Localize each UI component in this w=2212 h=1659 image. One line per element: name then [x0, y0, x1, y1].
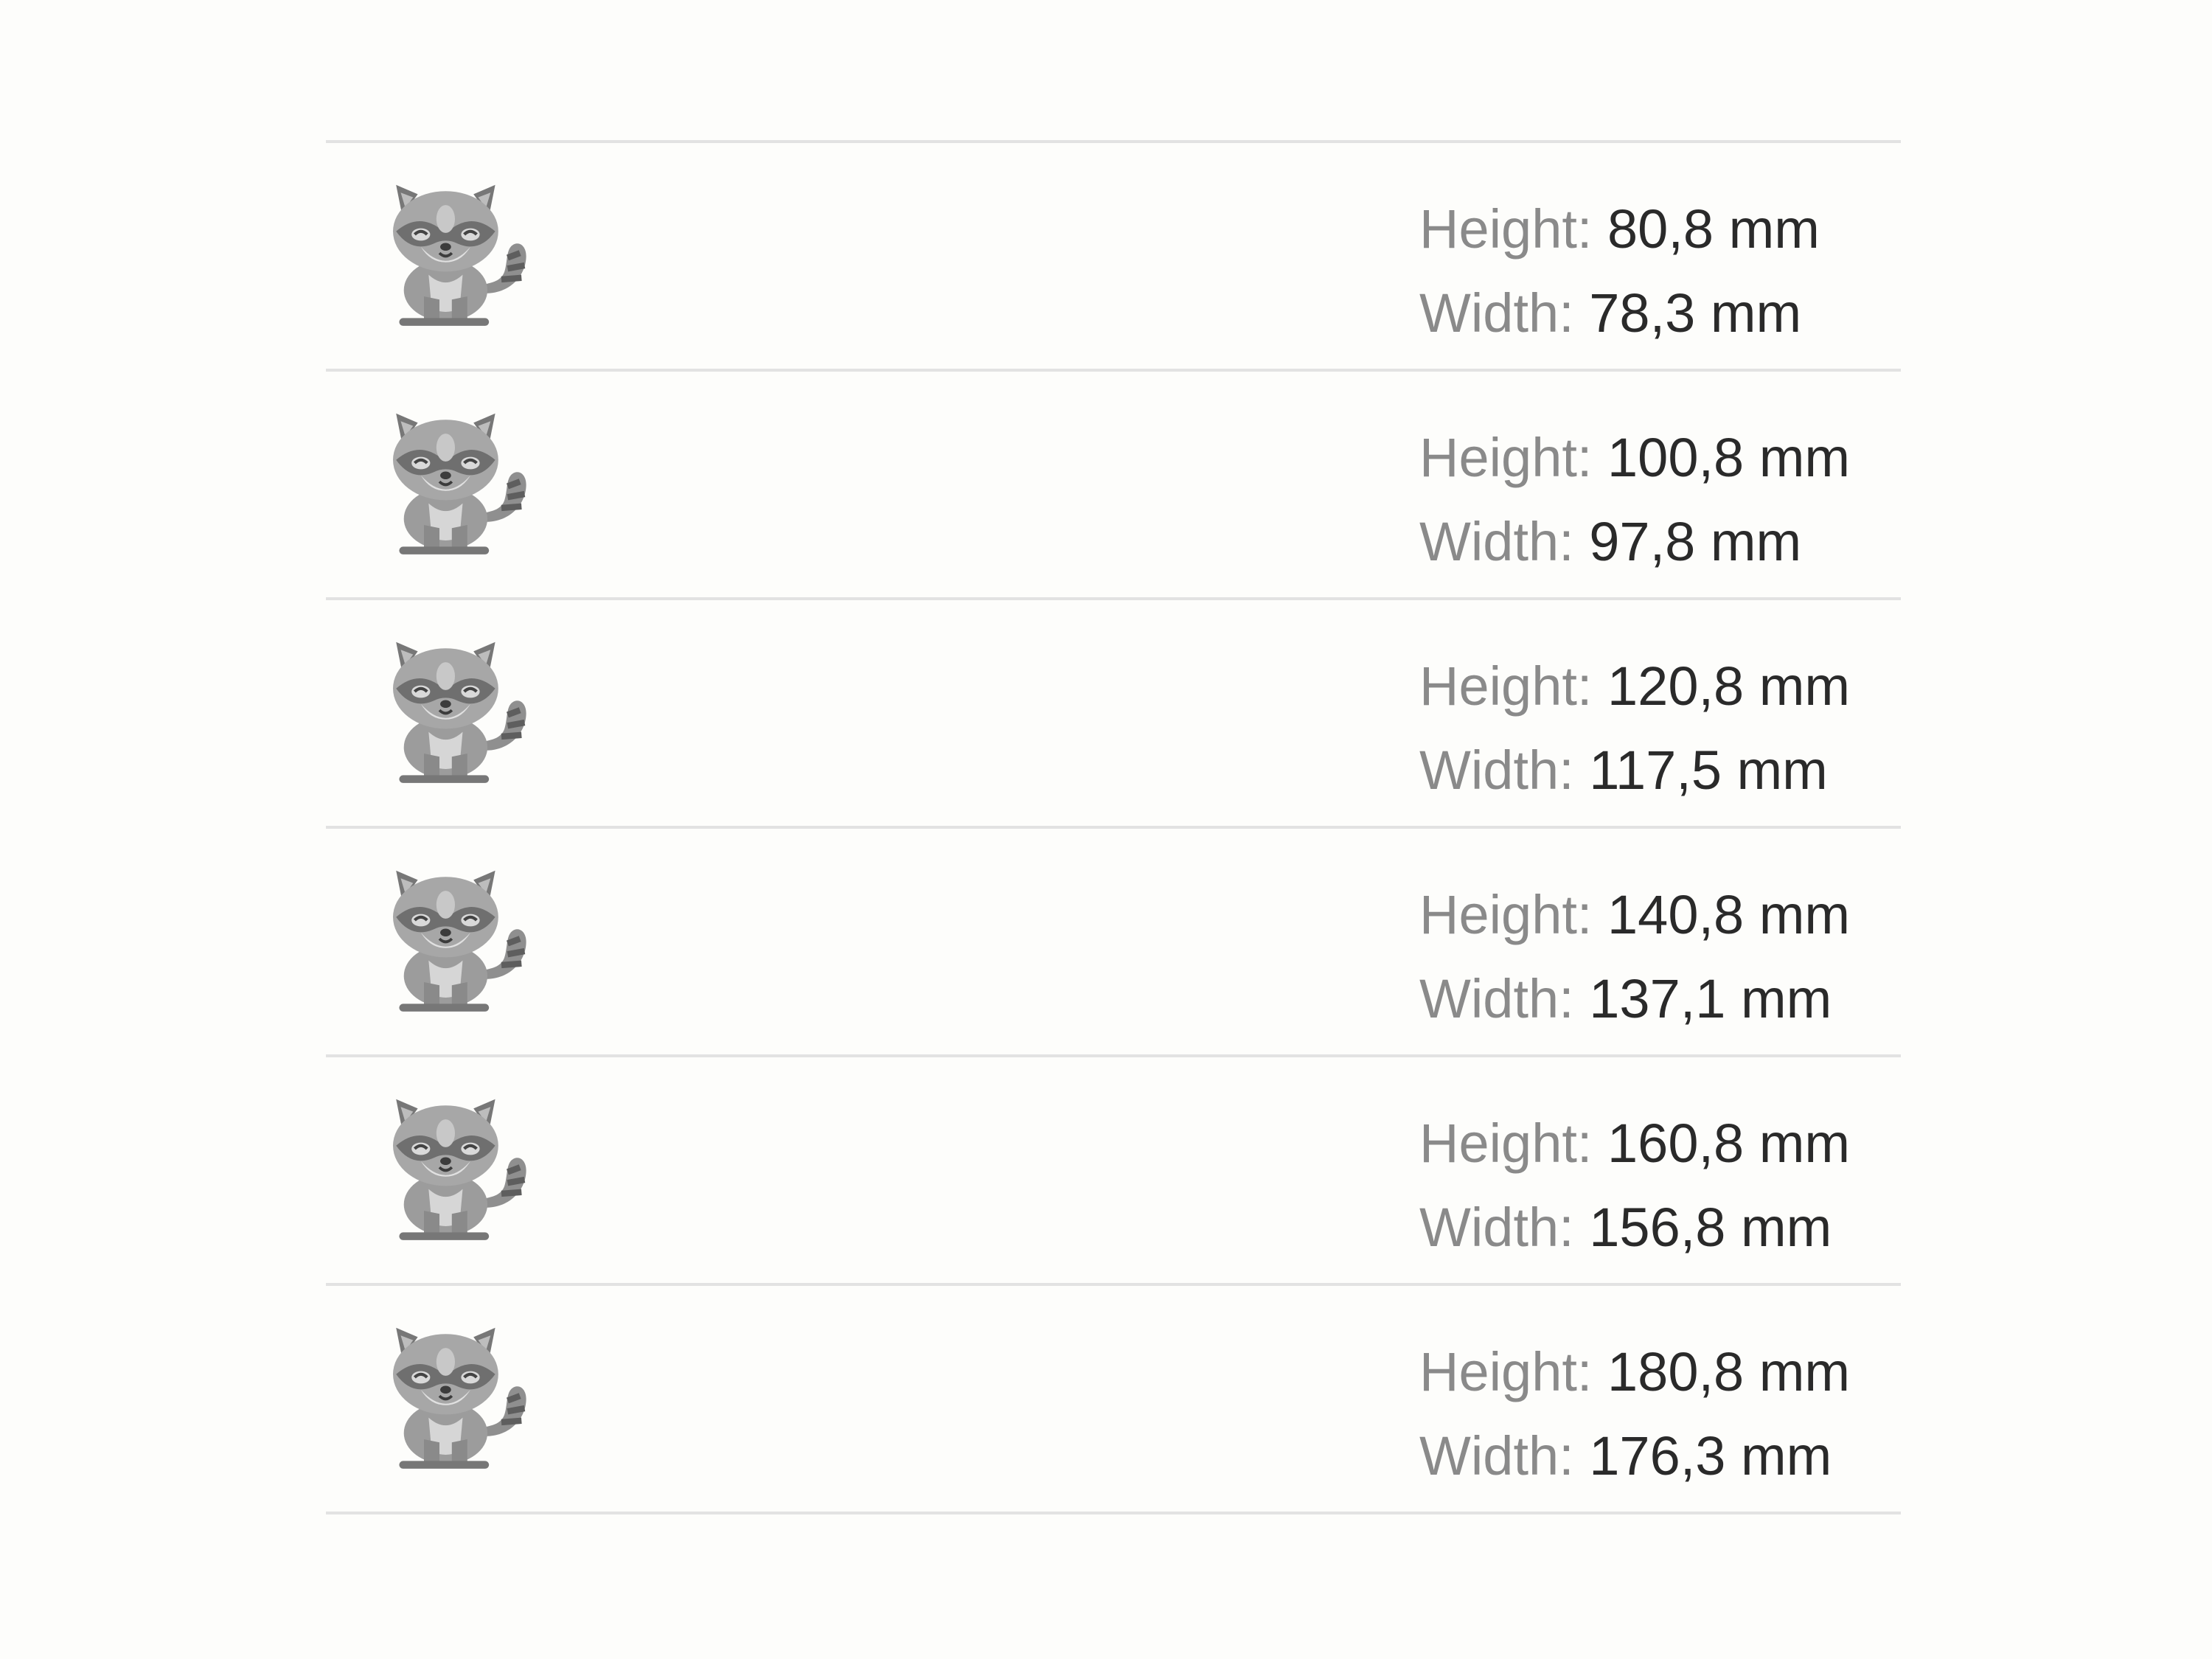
size-list: Height: 80,8 mm Width: 78,3 mm Height: 1…	[326, 140, 1901, 1514]
width-label: Width:	[1419, 511, 1574, 572]
height-label: Height:	[1419, 655, 1593, 717]
width-line: Width: 78,3 mm	[1419, 271, 1820, 355]
height-label: Height:	[1419, 198, 1593, 260]
height-value: 160,8 mm	[1607, 1113, 1851, 1174]
height-line: Height: 160,8 mm	[1419, 1102, 1850, 1186]
width-label: Width:	[1419, 282, 1574, 344]
height-line: Height: 80,8 mm	[1419, 187, 1820, 271]
dimensions: Height: 160,8 mm Width: 156,8 mm	[1419, 1102, 1850, 1270]
height-value: 140,8 mm	[1607, 884, 1851, 945]
size-option-row[interactable]: Height: 140,8 mm Width: 137,1 mm	[326, 826, 1901, 1054]
width-line: Width: 117,5 mm	[1419, 728, 1850, 813]
height-value: 120,8 mm	[1607, 655, 1851, 717]
dimensions: Height: 120,8 mm Width: 117,5 mm	[1419, 644, 1850, 813]
size-option-row[interactable]: Height: 120,8 mm Width: 117,5 mm	[326, 597, 1901, 826]
width-value: 137,1 mm	[1589, 968, 1832, 1029]
raccoon-icon	[378, 401, 532, 556]
height-label: Height:	[1419, 427, 1593, 488]
width-value: 117,5 mm	[1589, 740, 1828, 801]
size-option-row[interactable]: Height: 180,8 mm Width: 176,3 mm	[326, 1283, 1901, 1514]
raccoon-icon	[378, 630, 532, 785]
dimensions: Height: 80,8 mm Width: 78,3 mm	[1419, 187, 1820, 355]
raccoon-icon	[378, 173, 532, 327]
width-line: Width: 176,3 mm	[1419, 1414, 1850, 1498]
height-value: 80,8 mm	[1607, 198, 1820, 260]
raccoon-icon	[378, 1315, 532, 1470]
width-label: Width:	[1419, 1425, 1574, 1486]
dimensions: Height: 140,8 mm Width: 137,1 mm	[1419, 873, 1850, 1041]
dimensions: Height: 100,8 mm Width: 97,8 mm	[1419, 416, 1850, 584]
width-line: Width: 137,1 mm	[1419, 957, 1850, 1041]
height-line: Height: 180,8 mm	[1419, 1330, 1850, 1414]
height-line: Height: 100,8 mm	[1419, 416, 1850, 500]
width-label: Width:	[1419, 968, 1574, 1029]
width-value: 176,3 mm	[1589, 1425, 1832, 1486]
width-value: 78,3 mm	[1589, 282, 1802, 344]
width-line: Width: 97,8 mm	[1419, 500, 1850, 584]
size-option-row[interactable]: Height: 160,8 mm Width: 156,8 mm	[326, 1054, 1901, 1283]
raccoon-icon	[378, 858, 532, 1013]
size-panel: Height: 80,8 mm Width: 78,3 mm Height: 1…	[326, 140, 1901, 1514]
size-option-row[interactable]: Height: 80,8 mm Width: 78,3 mm	[326, 140, 1901, 369]
dimensions: Height: 180,8 mm Width: 176,3 mm	[1419, 1330, 1850, 1498]
width-line: Width: 156,8 mm	[1419, 1186, 1850, 1270]
width-value: 156,8 mm	[1589, 1197, 1832, 1258]
width-label: Width:	[1419, 1197, 1574, 1258]
raccoon-icon	[378, 1087, 532, 1242]
height-label: Height:	[1419, 1113, 1593, 1174]
height-value: 180,8 mm	[1607, 1341, 1851, 1402]
width-value: 97,8 mm	[1589, 511, 1802, 572]
width-label: Width:	[1419, 740, 1574, 801]
height-label: Height:	[1419, 884, 1593, 945]
height-line: Height: 140,8 mm	[1419, 873, 1850, 957]
height-line: Height: 120,8 mm	[1419, 644, 1850, 728]
height-value: 100,8 mm	[1607, 427, 1851, 488]
size-option-row[interactable]: Height: 100,8 mm Width: 97,8 mm	[326, 369, 1901, 597]
height-label: Height:	[1419, 1341, 1593, 1402]
